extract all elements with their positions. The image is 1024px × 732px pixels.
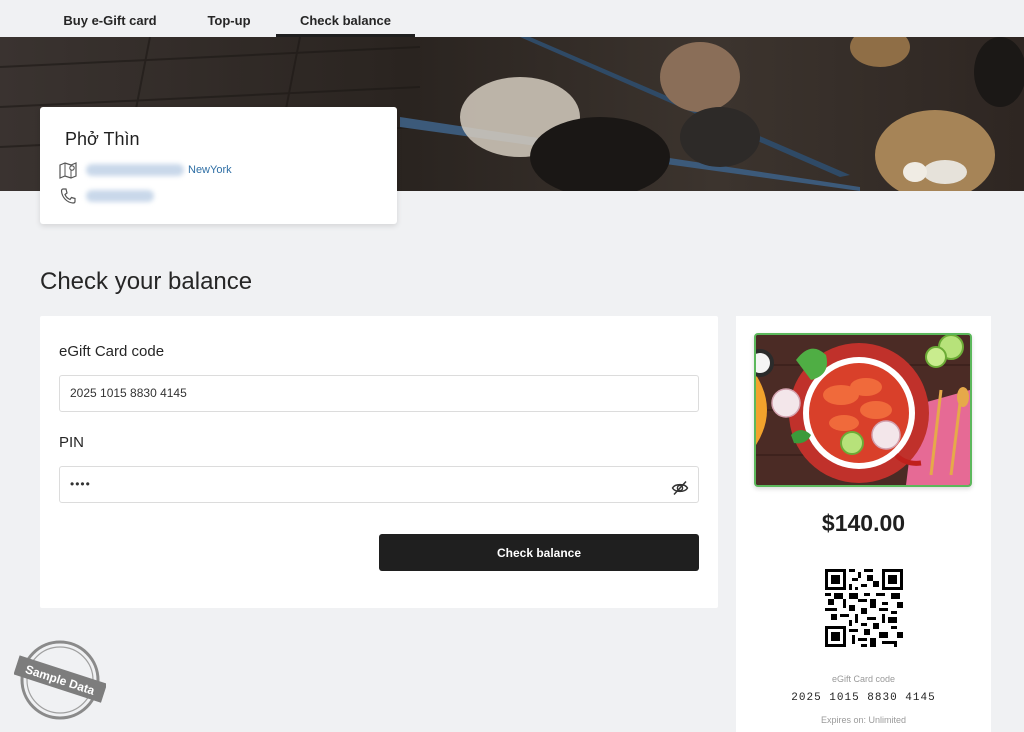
gift-card-image [754, 333, 972, 487]
gift-card-code-label: eGift Card code [831, 674, 896, 684]
tab-buy-egift-card[interactable]: Buy e-Gift card [45, 0, 175, 37]
page-title: Check your balance [40, 268, 253, 295]
address-redacted [86, 164, 184, 176]
address-row: NewYork [58, 160, 232, 180]
phone-icon [58, 186, 78, 206]
code-label: eGift Card code [59, 343, 165, 360]
pin-label: PIN [59, 434, 85, 451]
restaurant-name: Phở Thìn [65, 129, 140, 149]
pin-value: •••• [70, 477, 91, 491]
code-input[interactable]: 2025 1015 8830 4145 [59, 375, 699, 412]
tab-bar: Buy e-Gift card Top-up Check balance [0, 0, 1024, 38]
check-balance-button[interactable]: Check balance [379, 534, 699, 571]
pin-input[interactable]: •••• [59, 466, 699, 503]
gift-card-amount: $140.00 [821, 510, 906, 536]
qr-code [825, 569, 903, 647]
map-pin-icon [58, 160, 78, 180]
balance-form: eGift Card code 2025 1015 8830 4145 PIN … [40, 316, 718, 608]
phone-redacted [86, 190, 154, 202]
tab-top-up[interactable]: Top-up [190, 0, 268, 37]
gift-card-preview: $140.00 eGift Card code 2025 1015 8830 4… [736, 316, 991, 732]
restaurant-info-card: Phở Thìn NewYork [40, 107, 397, 224]
sample-data-stamp: Sample Data [13, 638, 108, 722]
address-city: NewYork [188, 164, 232, 176]
eye-off-icon[interactable] [671, 476, 689, 496]
phone-row [58, 186, 154, 206]
tab-check-balance[interactable]: Check balance [276, 0, 415, 37]
gift-card-code-value: 2025 1015 8830 4145 [791, 692, 936, 704]
gift-card-expiry: Expires on: Unlimited [820, 715, 907, 725]
